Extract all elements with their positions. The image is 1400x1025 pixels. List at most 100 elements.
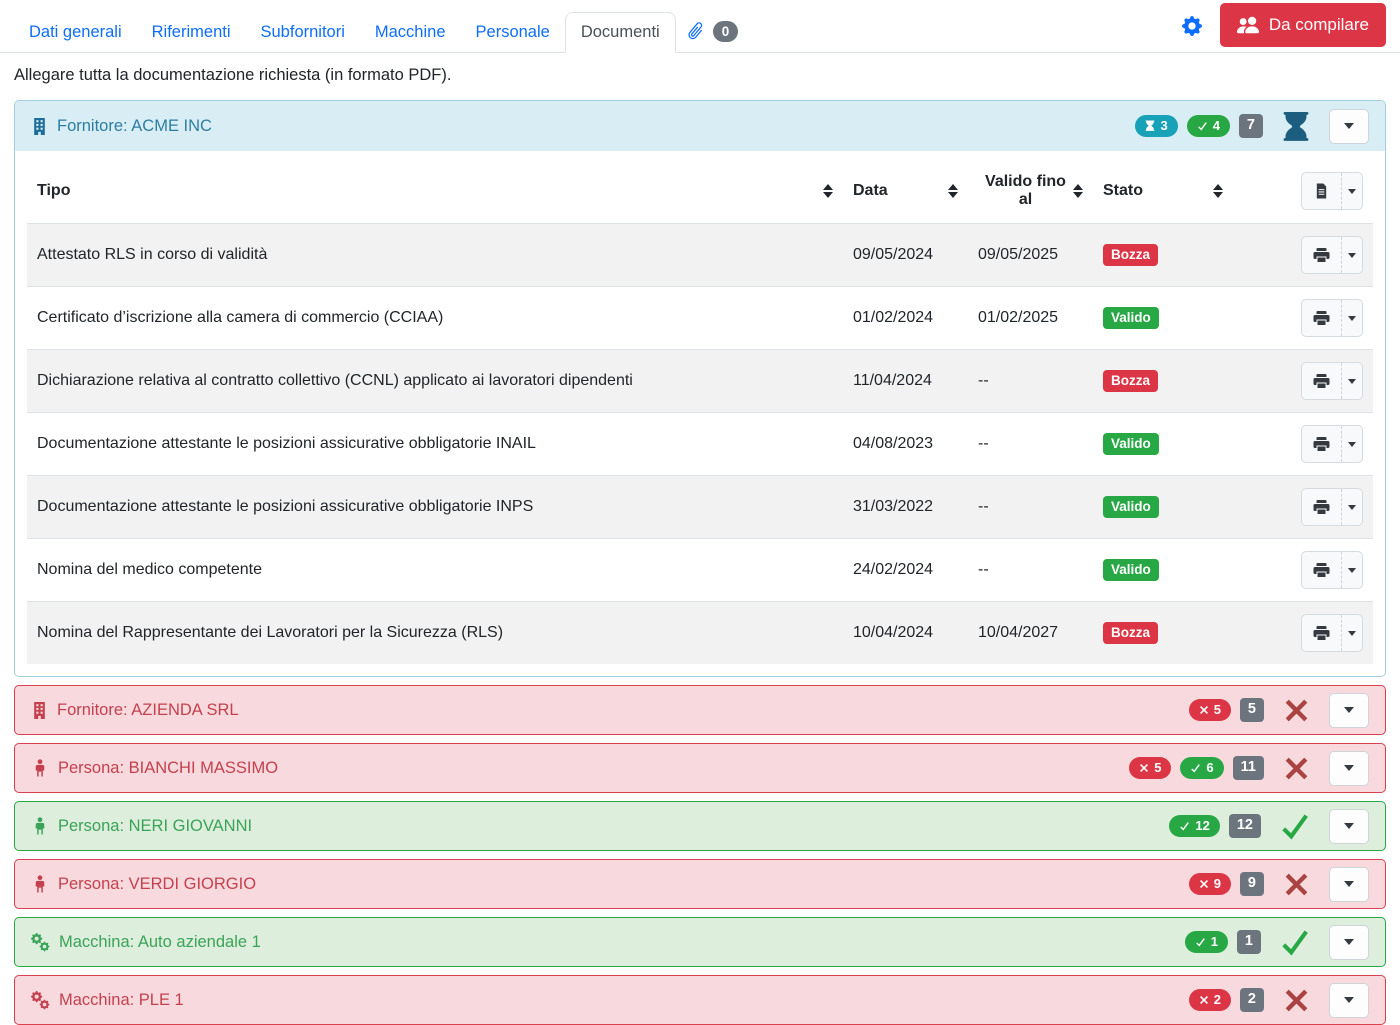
doc-valido: 10/04/2027 <box>968 602 1093 665</box>
caret-down-icon <box>1348 379 1356 384</box>
doc-valido: 01/02/2025 <box>968 287 1093 350</box>
table-row: Dichiarazione relativa al contratto coll… <box>27 350 1373 413</box>
hourglass-icon <box>1145 120 1155 131</box>
x-icon <box>1199 705 1209 715</box>
tab-riferimenti[interactable]: Riferimenti <box>137 13 246 52</box>
status-badge: Valido <box>1103 307 1159 330</box>
total-count-badge: 9 <box>1240 872 1264 896</box>
table-row: Nomina del Rappresentante dei Lavoratori… <box>27 602 1373 665</box>
panel-macchina-auto-aziendale-1[interactable]: Macchina: Auto aziendale 1 1 1 <box>14 917 1386 967</box>
panel-fornitore-azienda-srl[interactable]: Fornitore: AZIENDA SRL 5 5 <box>14 685 1386 735</box>
doc-valido: -- <box>968 539 1093 602</box>
caret-down-icon <box>1344 123 1354 129</box>
doc-data: 24/02/2024 <box>843 539 968 602</box>
printer-icon <box>1313 499 1330 515</box>
total-count-badge: 7 <box>1239 114 1263 138</box>
table-row: Documentazione attestante le posizioni a… <box>27 413 1373 476</box>
status-badge: Bozza <box>1103 370 1158 393</box>
file-icon <box>1314 183 1329 199</box>
check-icon <box>1195 937 1206 947</box>
person-icon <box>31 817 49 835</box>
attachments-indicator[interactable]: 0 <box>676 11 749 53</box>
caret-down-icon <box>1348 316 1356 321</box>
export-documents-button[interactable] <box>1301 172 1363 210</box>
building-icon <box>31 118 48 135</box>
panel-dropdown-button[interactable] <box>1329 109 1369 144</box>
panel-dropdown-button[interactable] <box>1329 925 1369 960</box>
print-document-button[interactable] <box>1301 551 1363 589</box>
print-document-button[interactable] <box>1301 236 1363 274</box>
x-icon <box>1139 763 1149 773</box>
doc-data: 11/04/2024 <box>843 350 968 413</box>
documents-table-container: Tipo Data Valido fino al Stato Attestato… <box>15 151 1385 676</box>
settings-gear-button[interactable] <box>1182 16 1202 36</box>
supplier-panel-header[interactable]: Fornitore: ACME INC 3 4 7 <box>15 101 1385 151</box>
pending-count-badge: 3 <box>1135 115 1177 137</box>
doc-tipo: Attestato RLS in corso di validità <box>27 224 843 287</box>
printer-icon <box>1313 310 1330 326</box>
doc-tipo: Nomina del Rappresentante dei Lavoratori… <box>27 602 843 665</box>
status-check-icon <box>1280 811 1310 841</box>
panel-macchina-ple-1[interactable]: Macchina: PLE 1 2 2 <box>14 975 1386 1025</box>
gear-icon <box>1182 16 1202 36</box>
doc-data: 04/08/2023 <box>843 413 968 476</box>
person-icon <box>31 759 49 777</box>
caret-down-icon <box>1344 881 1354 887</box>
tab-macchine[interactable]: Macchine <box>360 13 461 52</box>
tab-subfornitori[interactable]: Subfornitori <box>246 13 360 52</box>
page-instructions: Allegare tutta la documentazione richies… <box>14 66 1386 85</box>
total-count-badge: 1 <box>1237 930 1261 954</box>
supplier-panel-title: Fornitore: ACME INC <box>57 117 212 136</box>
tab-dati-generali[interactable]: Dati generali <box>14 13 137 52</box>
panel-dropdown-button[interactable] <box>1329 983 1369 1018</box>
valid-count-badge: 1 <box>1185 931 1228 953</box>
documents-table: Tipo Data Valido fino al Stato Attestato… <box>27 159 1373 664</box>
panel-title: Persona: NERI GIOVANNI <box>58 817 252 836</box>
check-icon <box>1197 121 1208 131</box>
da-compilare-button[interactable]: Da compilare <box>1220 3 1386 47</box>
printer-icon <box>1313 436 1330 452</box>
panel-title: Persona: VERDI GIORGIO <box>58 875 256 894</box>
total-count-badge: 12 <box>1229 814 1261 838</box>
status-badge: Valido <box>1103 496 1159 519</box>
invalid-count-badge: 5 <box>1189 699 1231 721</box>
status-x-icon <box>1283 871 1310 898</box>
caret-down-icon <box>1348 568 1356 573</box>
printer-icon <box>1313 247 1330 263</box>
sort-icon-data[interactable] <box>948 184 958 198</box>
print-document-button[interactable] <box>1301 614 1363 652</box>
panel-persona-bianchi-massimo[interactable]: Persona: BIANCHI MASSIMO 5 6 11 <box>14 743 1386 793</box>
print-document-button[interactable] <box>1301 299 1363 337</box>
tab-documenti[interactable]: Documenti <box>565 12 676 53</box>
tab-personale[interactable]: Personale <box>461 13 565 52</box>
panel-dropdown-button[interactable] <box>1329 751 1369 786</box>
status-badge: Bozza <box>1103 622 1158 645</box>
table-row: Nomina del medico competente 24/02/2024 … <box>27 539 1373 602</box>
doc-data: 01/02/2024 <box>843 287 968 350</box>
caret-down-icon <box>1344 707 1354 713</box>
sort-icon-valido[interactable] <box>1073 184 1083 198</box>
column-header-tipo: Tipo <box>27 159 843 224</box>
sort-icon-tipo[interactable] <box>823 184 833 198</box>
doc-tipo: Nomina del medico competente <box>27 539 843 602</box>
print-document-button[interactable] <box>1301 362 1363 400</box>
panel-dropdown-button[interactable] <box>1329 809 1369 844</box>
table-row: Documentazione attestante le posizioni a… <box>27 476 1373 539</box>
building-icon <box>31 702 48 719</box>
panel-title: Persona: BIANCHI MASSIMO <box>58 759 278 778</box>
doc-data: 10/04/2024 <box>843 602 968 665</box>
supplier-panel-acme: Fornitore: ACME INC 3 4 7 Tipo Data Vali… <box>14 100 1386 677</box>
total-count-badge: 11 <box>1233 756 1264 780</box>
sort-icon-stato[interactable] <box>1213 184 1223 198</box>
da-compilare-label: Da compilare <box>1269 15 1369 35</box>
doc-tipo: Certificato d’iscrizione alla camera di … <box>27 287 843 350</box>
panel-persona-neri-giovanni[interactable]: Persona: NERI GIOVANNI 12 12 <box>14 801 1386 851</box>
printer-icon <box>1313 562 1330 578</box>
print-document-button[interactable] <box>1301 425 1363 463</box>
gears-icon <box>31 991 50 1010</box>
panel-persona-verdi-giorgio[interactable]: Persona: VERDI GIORGIO 9 9 <box>14 859 1386 909</box>
print-document-button[interactable] <box>1301 488 1363 526</box>
panel-dropdown-button[interactable] <box>1329 693 1369 728</box>
panel-title: Fornitore: AZIENDA SRL <box>57 701 239 720</box>
panel-dropdown-button[interactable] <box>1329 867 1369 902</box>
